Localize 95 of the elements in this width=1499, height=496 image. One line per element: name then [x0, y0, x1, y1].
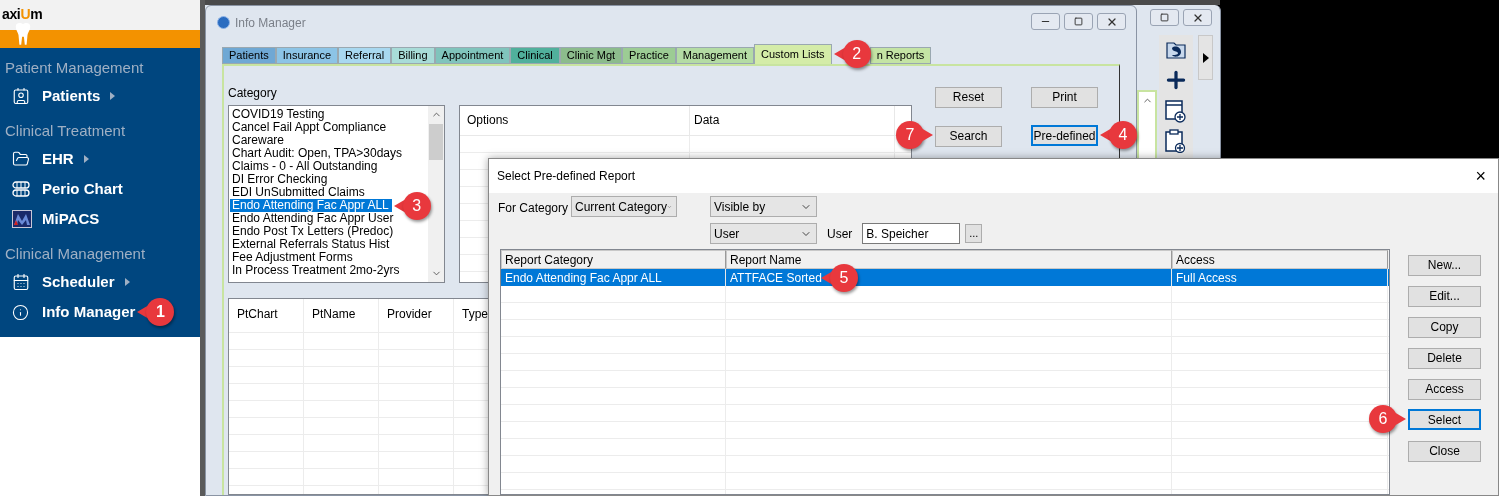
sidebar-item[interactable]: Perio Chart — [0, 174, 200, 204]
table-cell-text: ATTFACE Sorted — [730, 269, 822, 287]
tab[interactable]: Practice — [622, 47, 676, 64]
scroll-thumb[interactable] — [429, 124, 443, 160]
restore-icon — [1160, 13, 1169, 22]
submenu-arrow-icon — [110, 92, 116, 100]
column-header: Access — [1172, 250, 1388, 269]
column-header: Provider — [379, 299, 454, 332]
form-button[interactable]: Delete — [1408, 347, 1481, 369]
sidebar-item[interactable]: Patients — [0, 81, 200, 111]
step-callout: 1 — [137, 298, 175, 326]
list-item[interactable]: EDI UnSubmitted Claims — [230, 186, 368, 199]
calendar-add-icon[interactable] — [1165, 99, 1187, 123]
submenu-arrow-icon — [83, 155, 89, 163]
field-label: For Category — [498, 200, 570, 217]
tab[interactable]: Appointment — [434, 47, 511, 64]
folder-icon — [12, 150, 30, 168]
category-list[interactable] — [228, 105, 445, 283]
list-item[interactable]: Endo Post Tx Letters (Predoc) — [230, 225, 397, 238]
tab[interactable]: Patients — [222, 47, 276, 64]
info-icon — [12, 303, 29, 321]
list-item[interactable]: Chart Audit: Open, TPA>30days — [230, 147, 405, 160]
column-header: Report Category — [501, 250, 726, 269]
step-callout: 2 — [833, 40, 871, 68]
column-header: PtName — [304, 299, 379, 332]
tab[interactable]: Custom Lists — [754, 44, 832, 64]
caret-right-icon — [1202, 52, 1209, 63]
list-item[interactable]: Careware — [230, 134, 288, 147]
section-heading: Clinical Treatment — [4, 121, 127, 141]
form-button[interactable]: Reset — [935, 86, 1002, 108]
tab[interactable]: Insurance — [275, 47, 339, 64]
form-button[interactable]: Pre-defined — [1031, 125, 1098, 146]
tab[interactable]: Clinical — [510, 47, 560, 64]
close-button[interactable] — [1183, 9, 1212, 26]
column-header: PtChart — [229, 299, 304, 332]
dialog-title: Select Pre-defined Report — [497, 168, 636, 185]
column-header: Data — [690, 106, 895, 135]
tooth-icon — [14, 22, 32, 46]
form-button[interactable]: Access — [1408, 378, 1481, 400]
sidebar-item[interactable]: EHR — [0, 144, 200, 174]
form-button[interactable]: Search — [935, 125, 1002, 147]
form-button[interactable]: Print — [1031, 86, 1098, 108]
form-button[interactable]: New... — [1408, 254, 1481, 276]
form-button[interactable]: Select — [1408, 409, 1481, 430]
close-button[interactable] — [1097, 13, 1126, 30]
folder-icon[interactable] — [1165, 39, 1187, 61]
list-item[interactable]: DI Error Checking — [230, 173, 331, 186]
list-item[interactable]: Cancel Fail Appt Compliance — [230, 121, 390, 134]
tab[interactable]: Clinic Mgt — [559, 47, 623, 64]
app-logo: axiUm — [2, 6, 43, 22]
section-heading: Patient Management — [4, 58, 145, 78]
section-heading: Clinical Management — [4, 244, 147, 264]
column-header: Report Name — [726, 250, 1172, 269]
dentures-icon — [12, 181, 30, 197]
scrollbar[interactable] — [428, 106, 444, 282]
close-button[interactable]: × — [1475, 167, 1486, 185]
tab[interactable]: n Reports — [869, 47, 932, 64]
form-button[interactable]: Close — [1408, 440, 1481, 462]
restore-icon — [1074, 17, 1083, 26]
sidebar-item[interactable]: Scheduler — [0, 267, 200, 297]
field-label: User — [827, 225, 853, 243]
step-callout: 4 — [1100, 121, 1137, 149]
tab[interactable]: Billing — [391, 47, 435, 64]
step-callout: 6 — [1369, 405, 1406, 433]
browse-button[interactable]: ... — [965, 224, 983, 243]
dropdown[interactable]: Current Category — [571, 196, 677, 217]
sidebar-item[interactable]: MiPACS — [0, 204, 200, 234]
dropdown[interactable]: User — [710, 223, 817, 244]
window-title: Info Manager — [235, 14, 306, 32]
clipboard-add-icon[interactable] — [1165, 129, 1187, 153]
app-logo-icon — [12, 210, 32, 228]
id-card-icon — [12, 87, 30, 105]
list-item[interactable]: External Referrals Status Hist — [230, 238, 393, 251]
step-callout: 7 — [896, 121, 933, 149]
expand-button[interactable] — [1198, 35, 1213, 80]
tab[interactable]: Management — [675, 47, 755, 64]
sidebar-item[interactable]: Info Manager 1 — [0, 297, 200, 327]
dropdown[interactable]: Visible by — [710, 196, 817, 217]
calendar-icon — [12, 273, 30, 291]
list-item[interactable]: COVID19 Testing — [230, 108, 328, 121]
field-label: Category — [228, 85, 278, 102]
step-callout: 3 — [393, 191, 431, 220]
form-button[interactable]: Copy — [1408, 316, 1481, 338]
list-item[interactable]: Fee Adjustment Forms — [230, 251, 356, 264]
list-item[interactable]: Endo Attending Fac Appr ALL — [230, 199, 392, 212]
table-cell-text: Full Access — [1176, 269, 1237, 287]
column-header: Options — [460, 106, 690, 135]
submenu-arrow-icon — [124, 278, 130, 286]
list-item[interactable]: Claims - 0 - All Outstanding — [230, 160, 381, 173]
tab[interactable]: Referral — [338, 47, 392, 64]
window-logo-icon — [217, 16, 230, 29]
form-button[interactable]: Edit... — [1408, 285, 1481, 307]
user-field[interactable]: B. Speicher — [862, 223, 961, 244]
table-cell-text: Endo Attending Fac Appr ALL — [505, 269, 662, 287]
list-item[interactable]: In Process Treatment 2mo-2yrs — [230, 264, 403, 277]
